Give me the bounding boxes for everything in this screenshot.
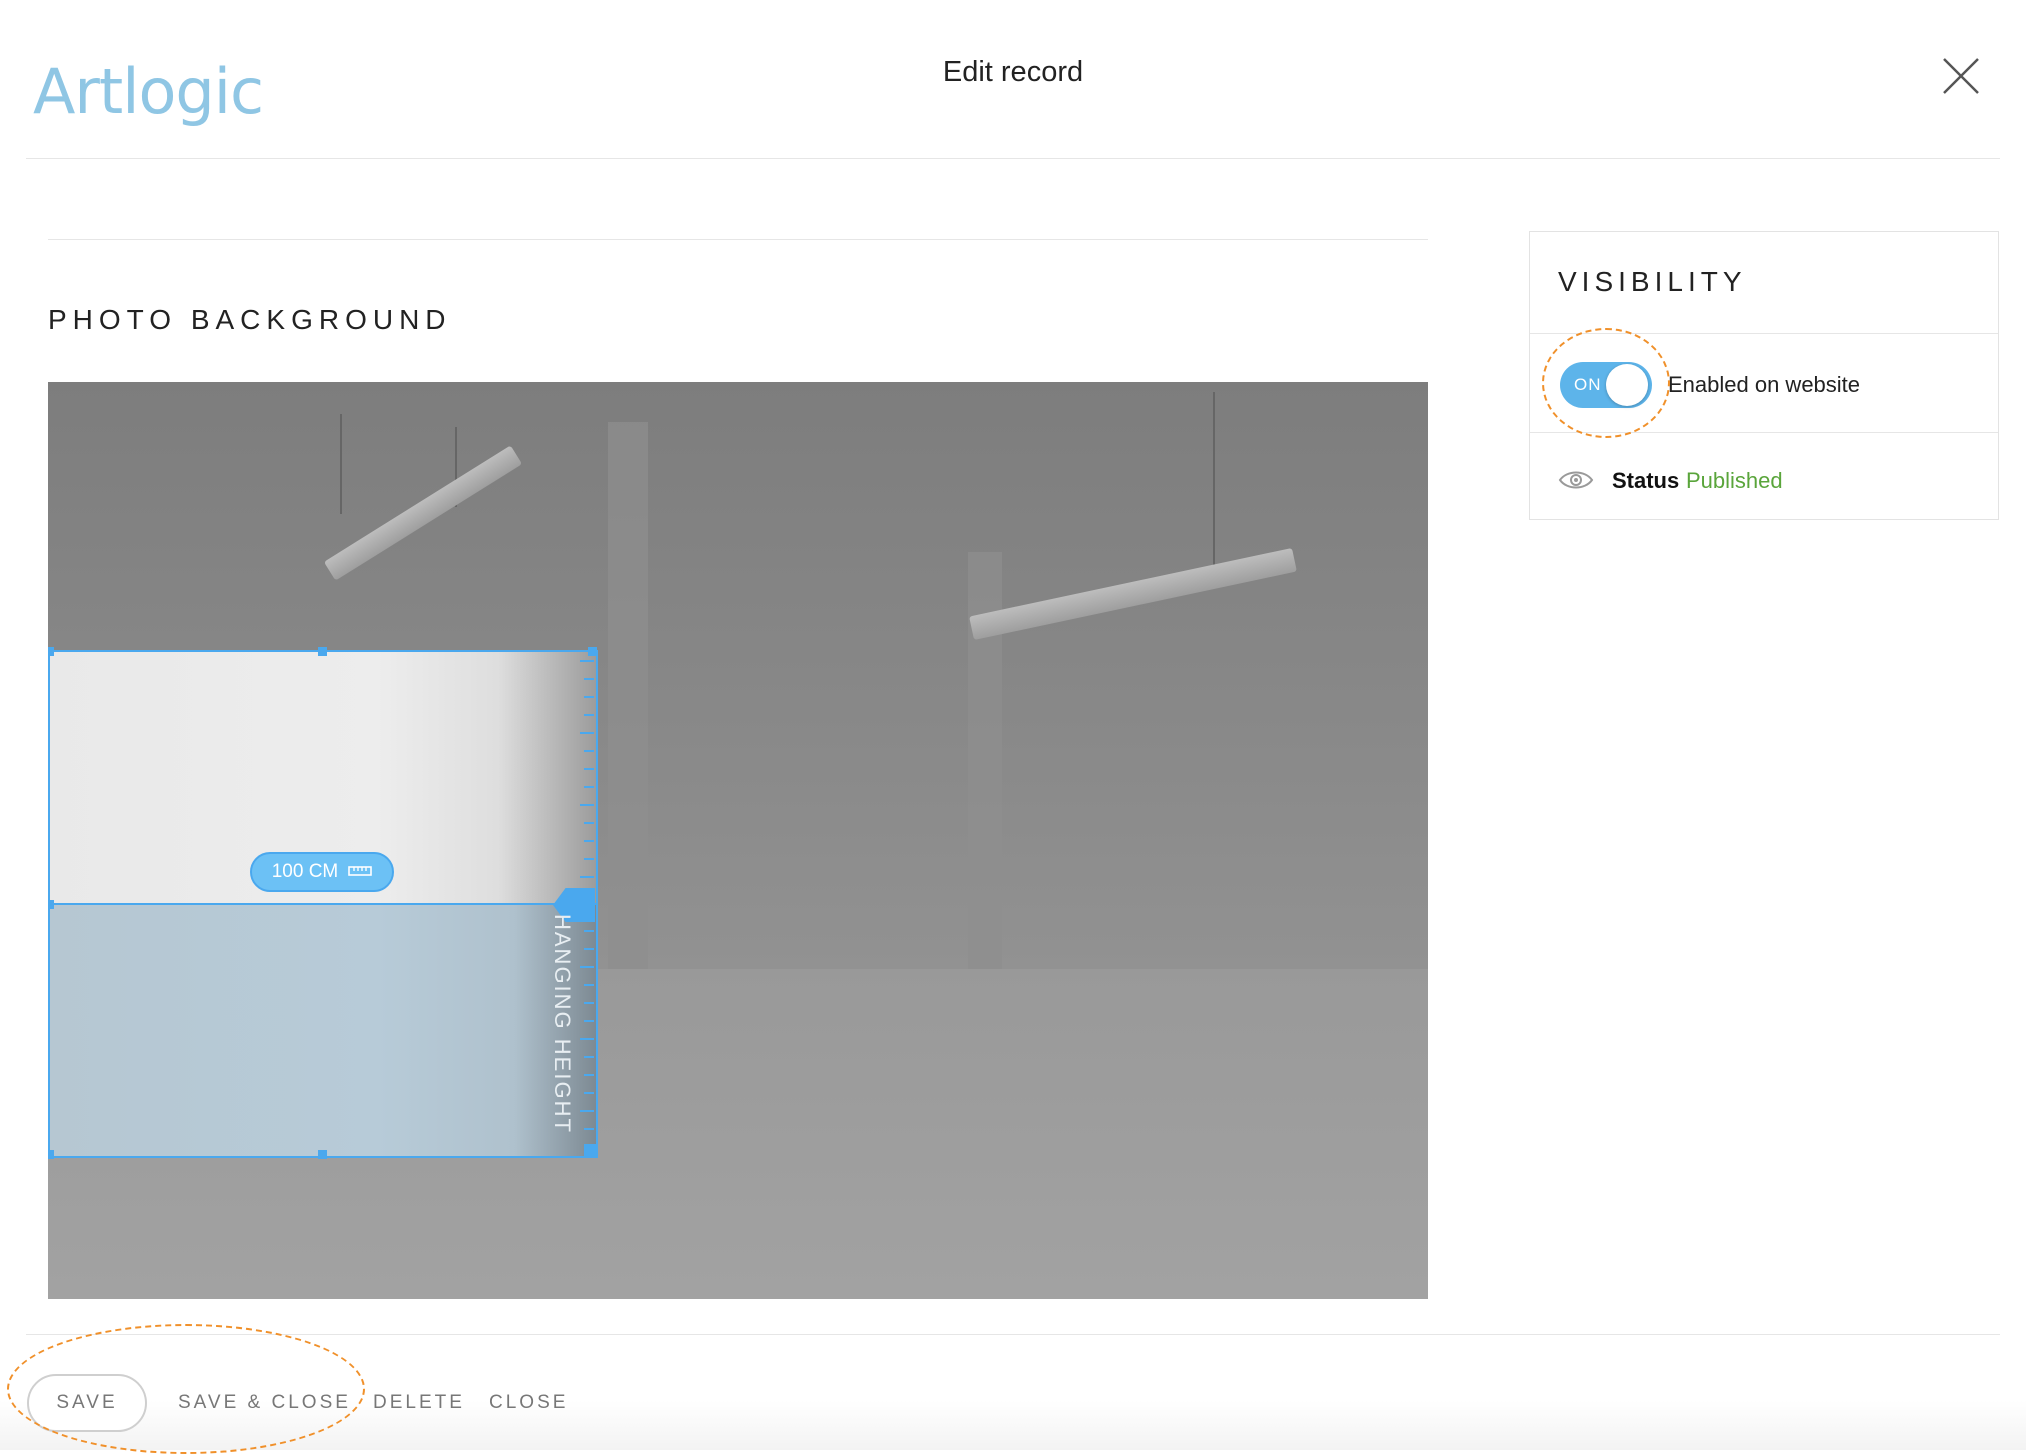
width-measure-pill[interactable]: 100 CM: [250, 852, 394, 892]
eye-icon: [1558, 468, 1594, 492]
width-label: 100 CM: [271, 861, 339, 882]
status-label: Status: [1612, 468, 1680, 493]
status-value: Published: [1686, 468, 1783, 493]
artwork-frame[interactable]: 100 CM HANGING HEIGHT: [48, 647, 598, 1159]
ceiling-lamp: [969, 547, 1297, 641]
annotation-circle: [7, 1324, 365, 1454]
lamp-wire: [340, 414, 342, 514]
footer-divider: [26, 1334, 2000, 1335]
close-button[interactable]: CLOSE: [489, 1392, 568, 1414]
wall-column: [608, 422, 648, 1062]
frame-lower-area: [50, 904, 596, 1156]
section-title: PHOTO BACKGROUND: [48, 304, 452, 335]
resize-handle[interactable]: [48, 1150, 54, 1159]
enabled-label: Enabled on website: [1668, 372, 1861, 397]
hanging-height-label: HANGING HEIGHT: [550, 914, 575, 1134]
lamp-wire: [1213, 392, 1215, 572]
hanging-height-line: [50, 903, 596, 905]
resize-handle[interactable]: [318, 647, 327, 656]
ruler-icon: [348, 861, 373, 883]
delete-button[interactable]: DELETE: [373, 1392, 465, 1414]
ceiling-lamp: [323, 445, 523, 581]
resize-handle[interactable]: [48, 647, 54, 656]
resize-handle[interactable]: [48, 900, 54, 909]
photo-background-preview[interactable]: 100 CM HANGING HEIGHT: [48, 382, 1428, 1299]
resize-handle[interactable]: [318, 1150, 327, 1159]
page-title: Edit record: [942, 56, 1084, 88]
close-icon[interactable]: [1940, 55, 1982, 97]
header-divider: [26, 158, 2000, 159]
visibility-title: VISIBILITY: [1558, 266, 1747, 297]
annotation-circle: [1542, 328, 1670, 438]
section-divider: [48, 239, 1428, 240]
